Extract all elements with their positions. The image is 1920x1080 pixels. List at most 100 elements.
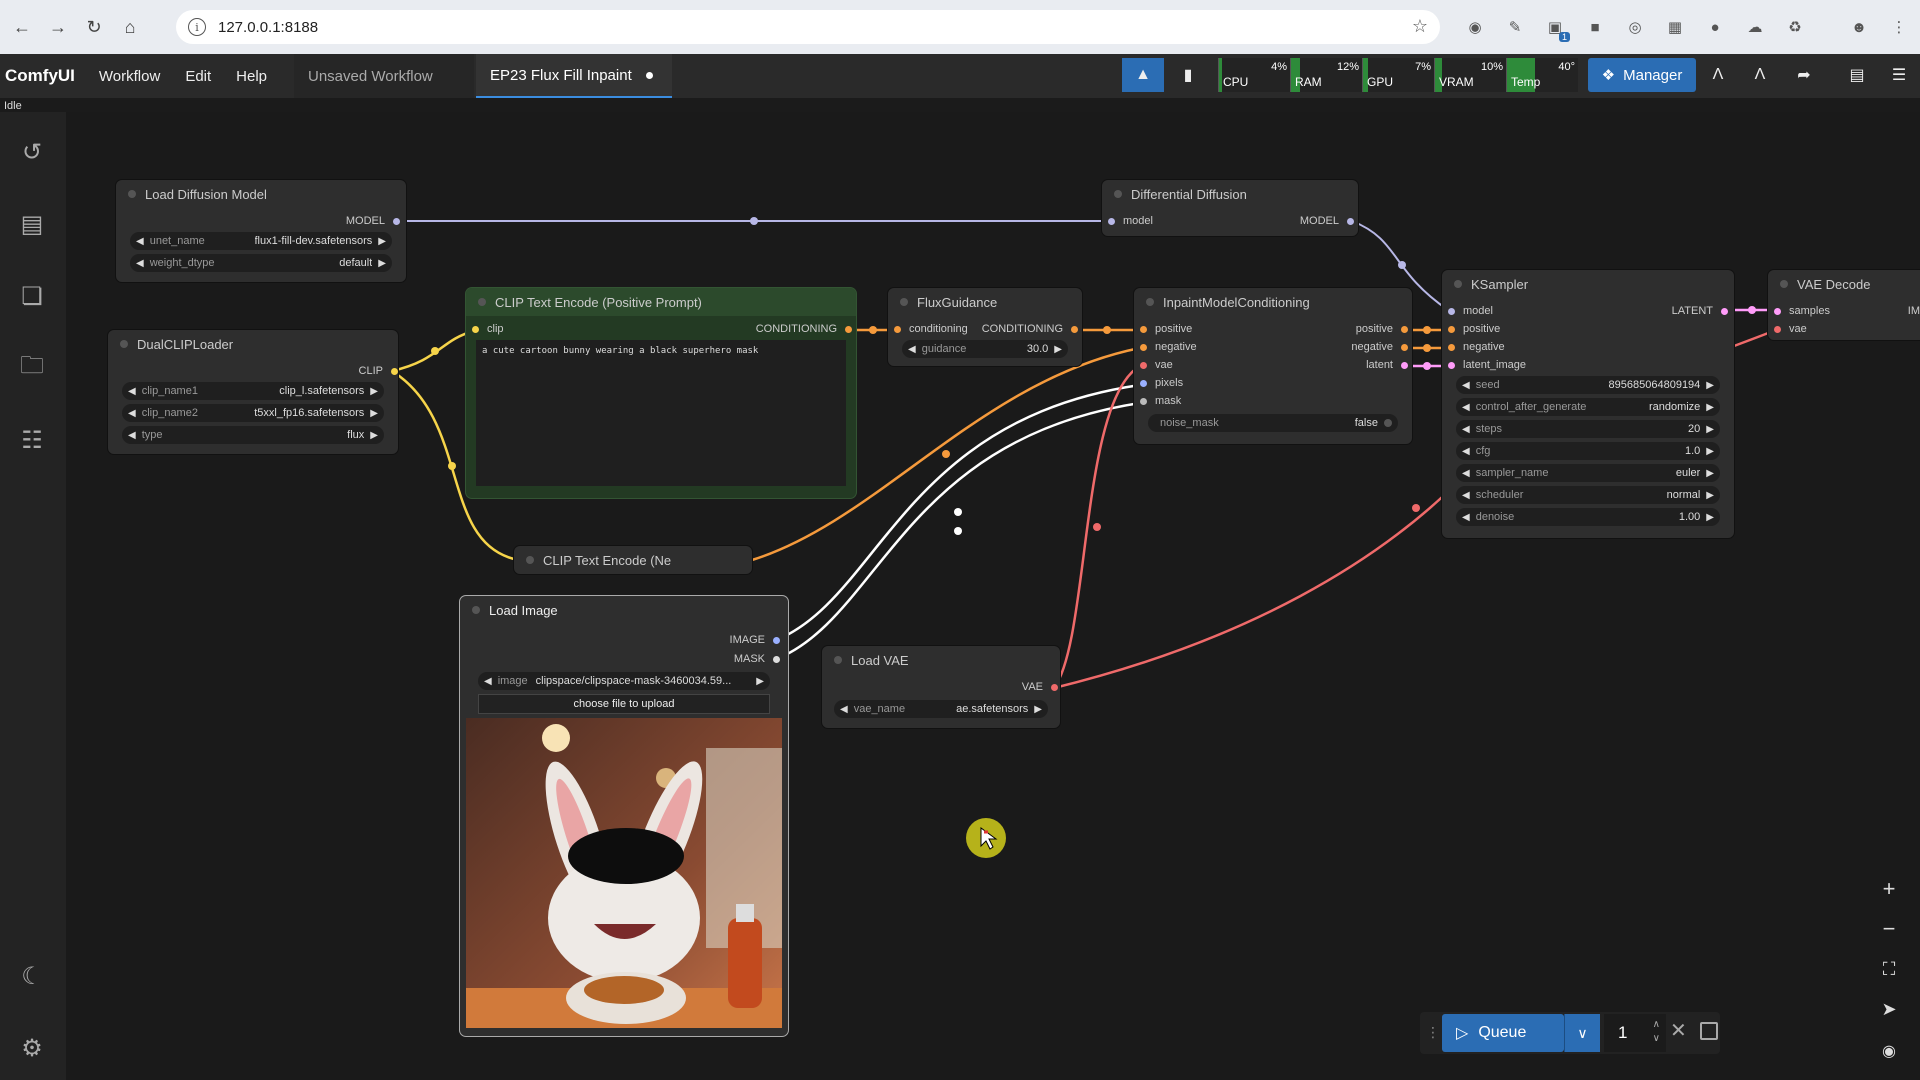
workflows-folder-icon[interactable]: 🗀	[16, 352, 48, 384]
output-negative[interactable]: negative	[1351, 341, 1408, 353]
stop-icon[interactable]	[1700, 1022, 1718, 1040]
circle-extension-icon[interactable]: ●	[1702, 14, 1728, 40]
model-library-icon[interactable]: ❏	[16, 280, 48, 312]
sail-icon[interactable]: ▲	[1122, 58, 1164, 92]
choose-file-upload-button[interactable]: choose file to upload	[478, 694, 770, 714]
prompt-textarea[interactable]: a cute cartoon bunny wearing a black sup…	[476, 340, 846, 486]
browser-menu-icon[interactable]: ⋮	[1886, 14, 1912, 40]
node-differential-diffusion[interactable]: Differential Diffusion model MODEL	[1102, 180, 1358, 236]
output-mask[interactable]: MASK	[734, 653, 780, 665]
widget-noise-mask-toggle[interactable]: noise_mask false	[1148, 414, 1398, 432]
puzzle-extensions-icon[interactable]: ♻	[1782, 14, 1808, 40]
manager-button[interactable]: ❖ Manager	[1588, 58, 1696, 92]
input-conditioning[interactable]: conditioning	[894, 323, 968, 335]
input-pixels[interactable]: pixels	[1140, 377, 1183, 389]
output-latent[interactable]: latent	[1366, 359, 1408, 371]
zoom-in-icon[interactable]: +	[1872, 872, 1906, 906]
settings-gear-icon[interactable]: ⚙	[16, 1032, 48, 1064]
widget-denoise[interactable]: ◀ denoise 1.00 ▶	[1456, 508, 1720, 526]
share-icon[interactable]: ➦	[1786, 58, 1822, 92]
node-dual-clip-loader[interactable]: DualCLIPLoader CLIP ◀ clip_name1 clip_l.sa…	[108, 330, 398, 454]
output-image[interactable]: IMAGE	[730, 634, 780, 646]
a-logo-icon[interactable]: Λ	[1700, 58, 1736, 92]
widget-clip-name2[interactable]: ◀ clip_name2 t5xxl_fp16.safetensors ▶	[122, 404, 384, 422]
input-latent-image[interactable]: latent_image	[1448, 359, 1526, 371]
panel-toggle-icon[interactable]: ▤	[1840, 58, 1874, 92]
zoom-out-icon[interactable]: −	[1872, 912, 1906, 946]
node-clip-text-encode-negative[interactable]: CLIP Text Encode (Ne	[514, 546, 752, 574]
batch-count-input[interactable]: 1 ∧ ∨	[1604, 1014, 1666, 1052]
node-inpaint-model-conditioning[interactable]: InpaintModelConditioning positive negati…	[1134, 288, 1412, 444]
output-clip[interactable]: CLIP	[359, 365, 398, 377]
cancel-icon[interactable]: ✕	[1670, 1018, 1687, 1043]
node-ksampler[interactable]: KSampler model positive negative latent_…	[1442, 270, 1734, 538]
address-bar[interactable]: i 127.0.0.1:8188 ☆	[176, 10, 1440, 44]
widget-steps[interactable]: ◀ steps 20 ▶	[1456, 420, 1720, 438]
history-icon[interactable]: ↺	[16, 136, 48, 168]
menu-edit[interactable]: Edit	[185, 68, 211, 85]
grid-extension-icon[interactable]: ▦	[1662, 14, 1688, 40]
output-positive[interactable]: positive	[1356, 323, 1408, 335]
profile-avatar[interactable]: ☻	[1846, 14, 1872, 40]
output-conditioning[interactable]: CONDITIONING	[756, 323, 852, 335]
widget-sampler-name[interactable]: ◀ sampler_name euler ▶	[1456, 464, 1720, 482]
output-model[interactable]: MODEL	[346, 215, 400, 227]
forward-icon[interactable]: →	[44, 13, 72, 41]
input-positive[interactable]: positive	[1448, 323, 1500, 335]
reload-icon[interactable]: ↻	[80, 13, 108, 41]
output-vae[interactable]: VAE	[1022, 681, 1058, 693]
input-positive[interactable]: positive	[1140, 323, 1192, 335]
tab-unsaved-workflow[interactable]: Unsaved Workflow	[294, 54, 474, 98]
widget-clip-name1[interactable]: ◀ clip_name1 clip_l.safetensors ▶	[122, 382, 384, 400]
toggle-links-eye-icon[interactable]: ◉	[1872, 1034, 1906, 1068]
site-info-icon[interactable]: i	[188, 18, 206, 36]
node-vae-decode[interactable]: VAE Decode samples vae IM	[1768, 270, 1920, 340]
widget-unet-name[interactable]: ◀ unet_name flux1-fill-dev.safetensors ▶	[130, 232, 392, 250]
b-logo-icon[interactable]: Λ	[1742, 58, 1778, 92]
hamburger-menu-icon[interactable]: ☰	[1882, 58, 1916, 92]
stepper-icon[interactable]: ∧ ∨	[1653, 1018, 1660, 1046]
drag-handle-icon[interactable]: ⋮	[1426, 1024, 1440, 1041]
queue-list-icon[interactable]: ▤	[16, 208, 48, 240]
folder-extension-icon[interactable]: ▣ 1	[1542, 14, 1570, 42]
input-vae[interactable]: vae	[1140, 359, 1173, 371]
queue-mode-dropdown[interactable]: ∨	[1564, 1014, 1600, 1052]
collapse-dot-icon[interactable]	[1146, 298, 1154, 306]
widget-control-after-generate[interactable]: ◀ control_after_generate randomize ▶	[1456, 398, 1720, 416]
input-model[interactable]: model	[1448, 305, 1493, 317]
input-mask[interactable]: mask	[1140, 395, 1181, 407]
input-model[interactable]: model	[1108, 215, 1153, 227]
input-vae[interactable]: vae	[1774, 323, 1807, 335]
collapse-dot-icon[interactable]	[1454, 280, 1462, 288]
node-library-icon[interactable]: ☷	[16, 424, 48, 456]
widget-scheduler[interactable]: ◀ scheduler normal ▶	[1456, 486, 1720, 504]
select-mode-icon[interactable]: ➤	[1872, 992, 1906, 1026]
collapse-dot-icon[interactable]	[900, 298, 908, 306]
input-negative[interactable]: negative	[1140, 341, 1197, 353]
home-icon[interactable]: ⌂	[116, 13, 144, 41]
bookmark-star-icon[interactable]: ☆	[1412, 16, 1428, 37]
pen-extension-icon[interactable]: ✎	[1502, 14, 1528, 40]
theme-moon-icon[interactable]: ☾	[16, 960, 48, 992]
menu-workflow[interactable]: Workflow	[99, 68, 160, 85]
widget-image-file[interactable]: ◀ image clipspace/clipspace-mask-3460034.5…	[478, 672, 770, 690]
node-load-diffusion-model[interactable]: Load Diffusion Model MODEL ◀ unet_name flu…	[116, 180, 406, 282]
target-extension-icon[interactable]: ◎	[1622, 14, 1648, 40]
collapse-dot-icon[interactable]	[1780, 280, 1788, 288]
collapse-dot-icon[interactable]	[120, 340, 128, 348]
widget-vae-name[interactable]: ◀ vae_name ae.safetensors ▶	[834, 700, 1048, 718]
input-negative[interactable]: negative	[1448, 341, 1505, 353]
back-icon[interactable]: ←	[8, 13, 36, 41]
collapse-dot-icon[interactable]	[526, 556, 534, 564]
widget-seed[interactable]: ◀ seed 895685064809194 ▶	[1456, 376, 1720, 394]
output-model[interactable]: MODEL	[1300, 215, 1354, 227]
collapse-dot-icon[interactable]	[478, 298, 486, 306]
node-load-image[interactable]: Load Image IMAGE MASK ◀ image clipspace/cl…	[460, 596, 788, 1036]
collapse-dot-icon[interactable]	[472, 606, 480, 614]
bookmark-icon[interactable]: ▮	[1170, 58, 1206, 92]
input-samples[interactable]: samples	[1774, 305, 1830, 317]
menu-help[interactable]: Help	[236, 68, 267, 85]
queue-button[interactable]: ▷ Queue	[1442, 1014, 1564, 1052]
cloud-extension-icon[interactable]: ☁	[1742, 14, 1768, 40]
collapse-dot-icon[interactable]	[834, 656, 842, 664]
